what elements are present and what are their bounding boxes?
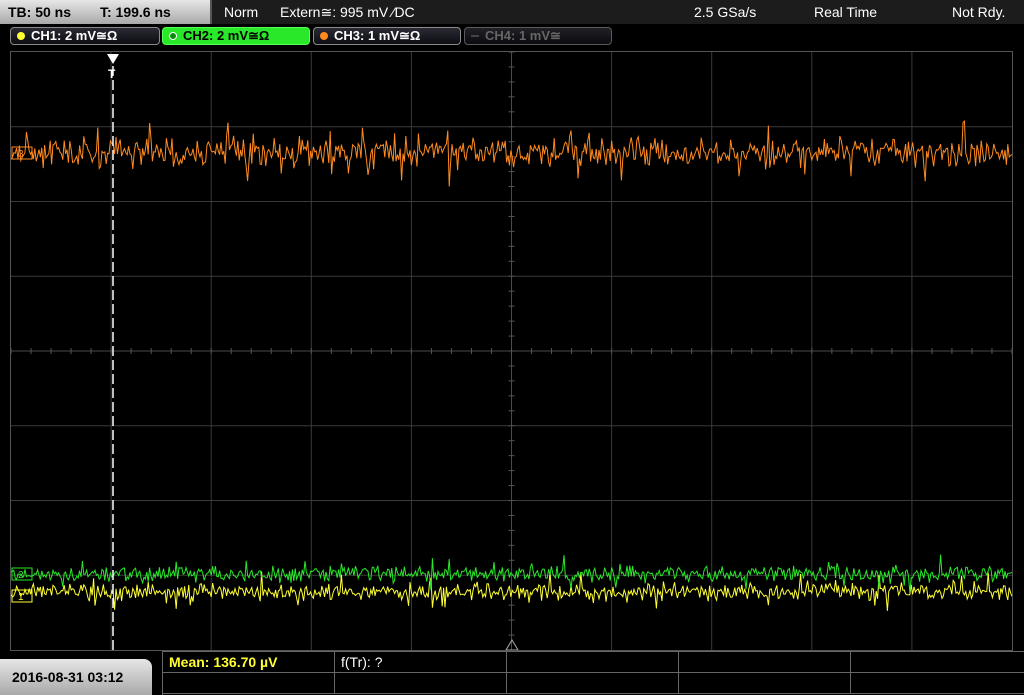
waveform-display[interactable]: T 3 2 1 — [10, 51, 1013, 651]
channel-3-dot-icon — [320, 32, 328, 40]
measurement-slot-5[interactable] — [851, 652, 1024, 673]
channel-1-marker-text: 1 — [18, 592, 24, 603]
channel-2-marker-text: 2 — [18, 570, 24, 581]
trigger-position-arrow-icon[interactable] — [107, 54, 119, 64]
measurement-slot-9[interactable] — [679, 673, 851, 694]
measurement-slot-6[interactable] — [163, 673, 335, 694]
channel-1-dot-icon — [17, 32, 25, 40]
sample-rate: 2.5 GSa/s — [694, 4, 757, 20]
channel-1-label: CH1: 2 mV≅Ω — [31, 28, 118, 43]
channel-3-tab[interactable]: CH3: 1 mV≅Ω — [313, 27, 461, 45]
horizontal-settings-box[interactable]: TB: 50 ns T: 199.6 ns — [0, 0, 212, 24]
measurement-frequency[interactable]: f(Tr): ? — [335, 652, 507, 673]
trigger-source[interactable]: Extern≅: 995 mV ⁄DC — [280, 4, 415, 21]
channel-4-tab[interactable]: CH4: 1 mV≅ — [464, 27, 612, 45]
measurement-mean[interactable]: Mean: 136.70 µV — [163, 652, 335, 673]
waveform-graticule: T 3 2 1 — [11, 52, 1012, 650]
measurement-slot-3[interactable] — [507, 652, 679, 673]
trigger-mode[interactable]: Norm — [224, 4, 258, 20]
trigger-position-readout: T: 199.6 ns — [100, 4, 171, 20]
channel-3-marker-text: 3 — [18, 149, 24, 160]
channel-bar: CH1: 2 mV≅Ω CH2: 2 mV≅Ω CH3: 1 mV≅Ω CH4:… — [0, 24, 1024, 48]
channel-2-label: CH2: 2 mV≅Ω — [183, 28, 270, 43]
channel-4-label: CH4: 1 mV≅ — [485, 28, 561, 43]
graticule-grid — [11, 52, 1012, 650]
channel-1-tab[interactable]: CH1: 2 mV≅Ω — [10, 27, 160, 45]
channel-2-dot-icon — [169, 32, 177, 40]
timebase-readout: TB: 50 ns — [8, 4, 72, 20]
bottom-bar: 2016-08-31 03:12 Mean: 136.70 µV f(Tr): … — [0, 651, 1024, 695]
channel-2-tab[interactable]: CH2: 2 mV≅Ω — [162, 27, 310, 45]
date-time: 2016-08-31 03:12 — [0, 659, 152, 695]
measurement-slot-10[interactable] — [851, 673, 1024, 694]
measurement-panel[interactable]: Mean: 136.70 µV f(Tr): ? — [162, 651, 1024, 695]
measurement-slot-7[interactable] — [335, 673, 507, 694]
measurement-slot-8[interactable] — [507, 673, 679, 694]
channel-4-off-icon — [471, 35, 479, 37]
acquisition-mode[interactable]: Real Time — [814, 4, 877, 20]
trigger-marker-label: T — [108, 67, 116, 81]
status-bar: TB: 50 ns T: 199.6 ns Norm Extern≅: 995 … — [0, 0, 1024, 24]
measurement-slot-4[interactable] — [679, 652, 851, 673]
channel-3-label: CH3: 1 mV≅Ω — [334, 28, 421, 43]
acquisition-status: Not Rdy. — [952, 4, 1006, 20]
